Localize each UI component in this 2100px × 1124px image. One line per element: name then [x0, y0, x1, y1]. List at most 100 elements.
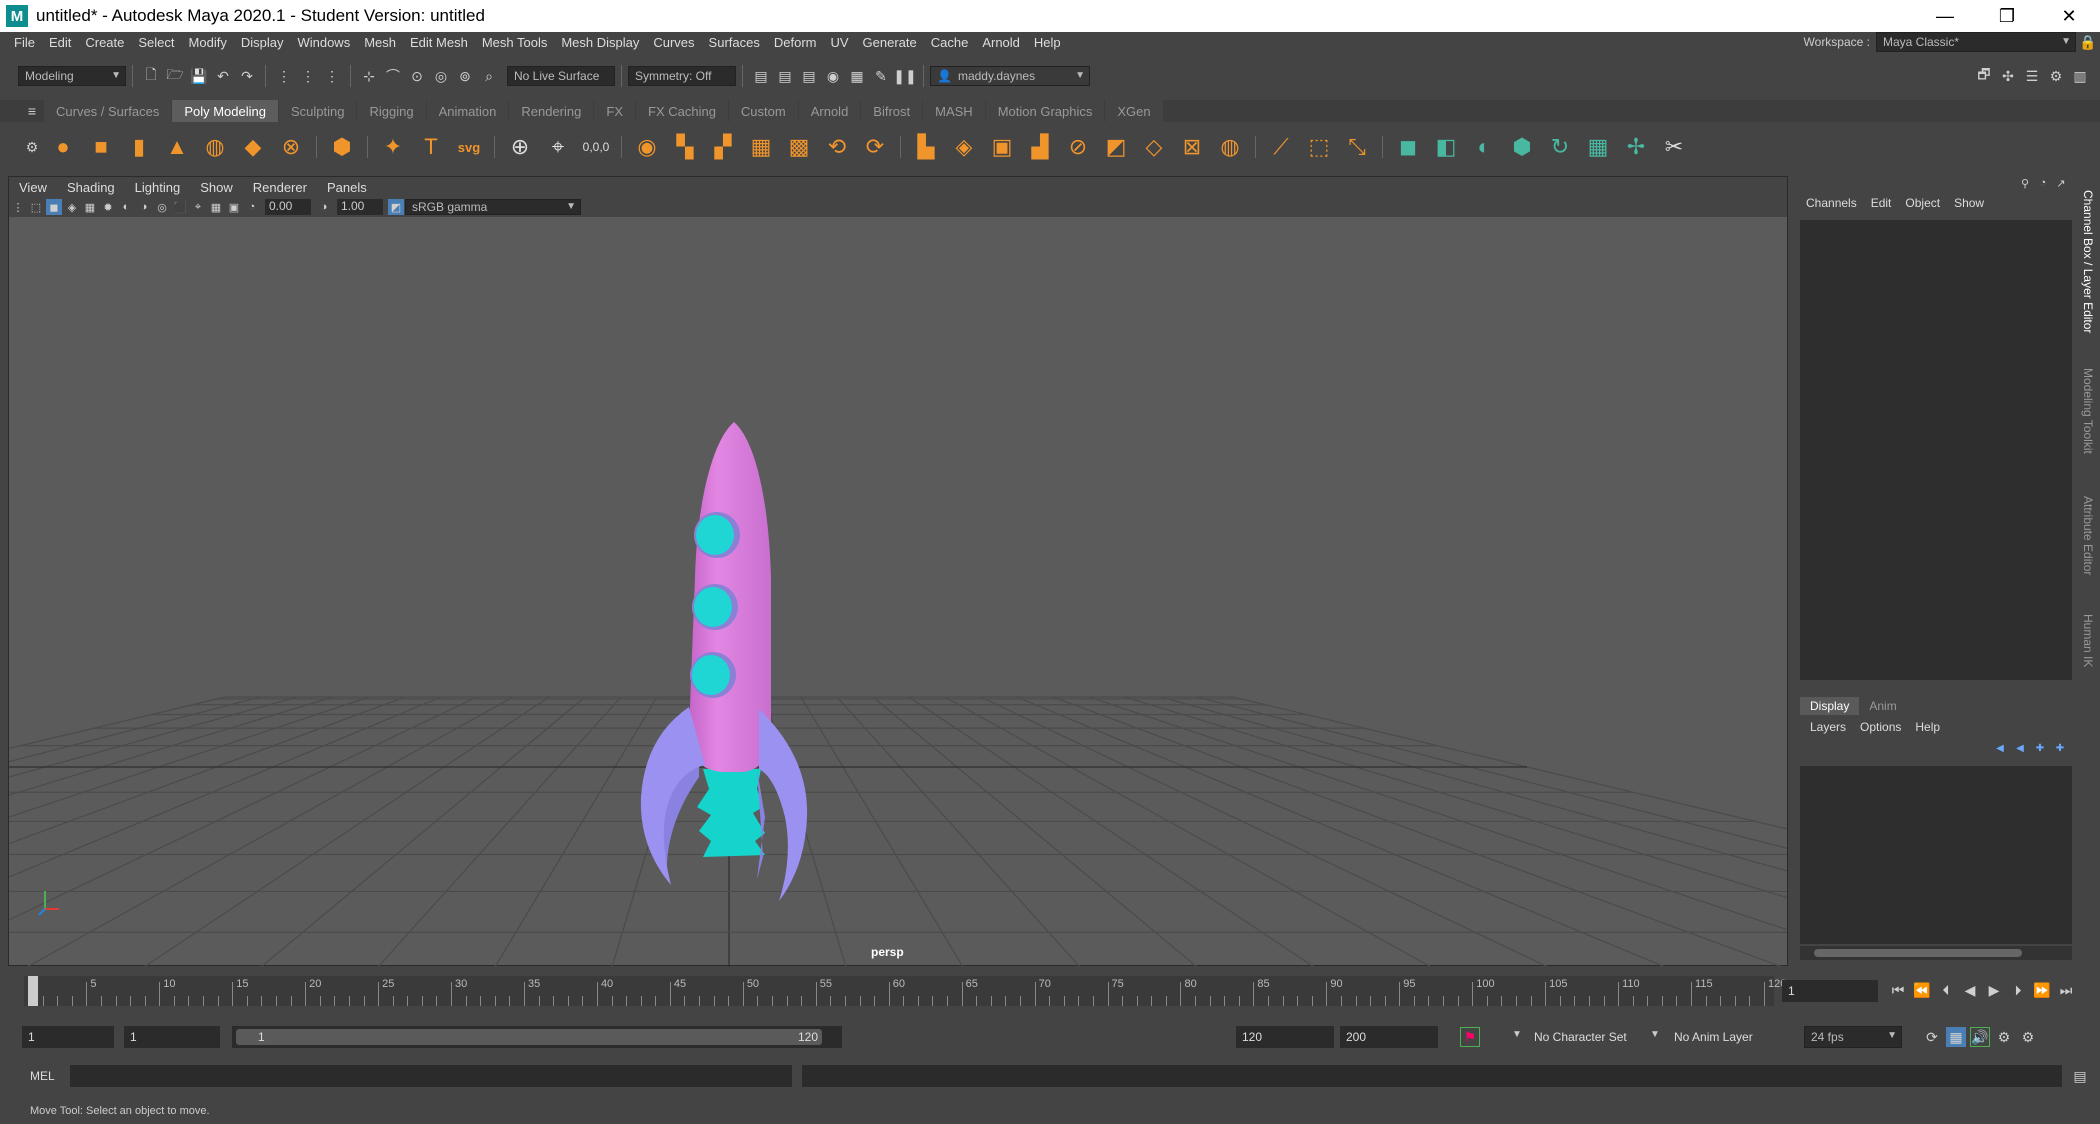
- menu-windows[interactable]: Windows: [297, 35, 350, 50]
- menu-mesh[interactable]: Mesh: [364, 35, 396, 50]
- ambient-occlusion-icon[interactable]: ◑: [136, 199, 152, 215]
- shelf-menu-icon[interactable]: ≡: [22, 101, 42, 121]
- quad-draw-icon[interactable]: ⟋: [1266, 132, 1296, 162]
- spherical-uv-icon[interactable]: ◐: [1469, 132, 1499, 162]
- channelbox-menu-channels[interactable]: Channels: [1806, 196, 1857, 210]
- menu-modify[interactable]: Modify: [189, 35, 227, 50]
- poly-sphere-icon[interactable]: ●: [48, 132, 78, 162]
- menu-curves[interactable]: Curves: [653, 35, 694, 50]
- multi-cut-icon[interactable]: ⊘: [1063, 132, 1093, 162]
- super-shape-icon[interactable]: ✦: [378, 132, 408, 162]
- redo-icon[interactable]: ↷: [237, 66, 257, 86]
- center-pivot-icon[interactable]: 0,0,0: [581, 132, 611, 162]
- render-view-icon[interactable]: ▦: [847, 66, 867, 86]
- human-ik-icon[interactable]: ✣: [1998, 66, 2018, 86]
- play-backward-icon[interactable]: ◀: [1960, 980, 1980, 1000]
- platonic-solid-icon[interactable]: ⬢: [327, 132, 357, 162]
- exposure-icon[interactable]: ◔: [244, 199, 260, 215]
- render-tool-icon[interactable]: ✎: [871, 66, 891, 86]
- go-to-end-icon[interactable]: ⏭: [2056, 980, 2076, 1000]
- sidetab-channel-box[interactable]: Channel Box / Layer Editor: [2081, 190, 2095, 333]
- lights-icon[interactable]: ✹: [100, 199, 116, 215]
- smooth-shade-icon[interactable]: ◼: [46, 199, 62, 215]
- bevel-icon[interactable]: ◈: [949, 132, 979, 162]
- menu-arnold[interactable]: Arnold: [982, 35, 1020, 50]
- exposure-field[interactable]: 0.00: [265, 199, 311, 215]
- close-icon[interactable]: ✕: [2038, 0, 2100, 32]
- menu-generate[interactable]: Generate: [863, 35, 917, 50]
- svg-tool-icon[interactable]: svg: [454, 132, 484, 162]
- step-forward-frame-icon[interactable]: ⏵: [2008, 980, 2028, 1000]
- channel-box-toggle-icon[interactable]: ⚲: [2018, 176, 2032, 190]
- rocket-model[interactable]: [640, 422, 808, 901]
- append-polygon-icon[interactable]: ▟: [1025, 132, 1055, 162]
- save-scene-icon[interactable]: 💾: [189, 66, 209, 86]
- isolate-select-icon[interactable]: ⬛: [172, 199, 188, 215]
- channelbox-menu-object[interactable]: Object: [1905, 196, 1940, 210]
- extrude-icon[interactable]: ▙: [911, 132, 941, 162]
- viewport-menu-lighting[interactable]: Lighting: [135, 180, 181, 195]
- move-layer-up-icon[interactable]: ◀: [1992, 740, 2008, 756]
- collapse-icon[interactable]: ◍: [1215, 132, 1245, 162]
- channel-box-list[interactable]: [1800, 220, 2072, 680]
- go-to-start-icon[interactable]: ⏮: [1888, 980, 1908, 1000]
- textured-icon[interactable]: ▦: [82, 199, 98, 215]
- play-forward-icon[interactable]: ▶: [1984, 980, 2004, 1000]
- menu-create[interactable]: Create: [85, 35, 124, 50]
- current-frame-field[interactable]: 1: [1782, 980, 1878, 1002]
- unfold-uv-icon[interactable]: ↻: [1545, 132, 1575, 162]
- film-gate-icon[interactable]: ▣: [226, 199, 242, 215]
- script-editor-icon[interactable]: ▤: [2070, 1066, 2090, 1086]
- menu-cache[interactable]: Cache: [931, 35, 969, 50]
- sidetab-human-ik[interactable]: Human IK: [2081, 614, 2095, 667]
- range-slider-handle[interactable]: [236, 1029, 822, 1045]
- scrollbar-thumb[interactable]: [1814, 949, 2022, 957]
- gamma-icon[interactable]: ◑: [316, 199, 332, 215]
- animation-preferences-icon[interactable]: ⚙: [1994, 1027, 2014, 1047]
- menu-deform[interactable]: Deform: [774, 35, 817, 50]
- select-camera-icon[interactable]: ⌖: [190, 199, 206, 215]
- bounding-box-icon[interactable]: ⬚: [1304, 132, 1334, 162]
- poly-torus-icon[interactable]: ◍: [200, 132, 230, 162]
- select-hierarchy-icon[interactable]: ⋮: [274, 66, 294, 86]
- channelbox-menu-show[interactable]: Show: [1954, 196, 1984, 210]
- new-scene-icon[interactable]: 🗋: [141, 66, 161, 86]
- live-surface-field[interactable]: No Live Surface: [507, 66, 615, 86]
- auto-key-icon[interactable]: ⚑: [1460, 1027, 1480, 1047]
- viewport-menu-panels[interactable]: Panels: [327, 180, 367, 195]
- gamma-field[interactable]: 1.00: [337, 199, 383, 215]
- tab-rigging[interactable]: Rigging: [357, 100, 426, 122]
- cache-playback-icon[interactable]: ▦: [1946, 1027, 1966, 1047]
- tab-custom[interactable]: Custom: [728, 100, 798, 122]
- snap-curve-icon[interactable]: ⌒: [383, 66, 403, 86]
- layer-list[interactable]: [1800, 766, 2072, 944]
- sidetab-attribute-editor[interactable]: Attribute Editor: [2081, 496, 2095, 575]
- time-ruler[interactable]: 1510152025303540455055606570758085909510…: [24, 976, 1786, 1006]
- poly-cube-icon[interactable]: ■: [86, 132, 116, 162]
- automatic-uv-icon[interactable]: ⬢: [1507, 132, 1537, 162]
- smooth-icon[interactable]: ▦: [746, 132, 776, 162]
- tab-animation[interactable]: Animation: [426, 100, 509, 122]
- animation-end-field[interactable]: 200: [1340, 1026, 1438, 1048]
- command-language[interactable]: MEL: [30, 1069, 55, 1083]
- snap-view-icon[interactable]: ◎: [431, 66, 451, 86]
- pause-icon[interactable]: ❚❚: [893, 66, 916, 86]
- menu-mesh-tools[interactable]: Mesh Tools: [482, 35, 548, 50]
- poly-disc-icon[interactable]: ⊗: [276, 132, 306, 162]
- tab-curves-surfaces[interactable]: Curves / Surfaces: [44, 100, 172, 122]
- viewport-panel[interactable]: View Shading Lighting Show Renderer Pane…: [8, 176, 1788, 967]
- playback-end-field[interactable]: 120: [1236, 1026, 1334, 1048]
- merge-icon[interactable]: ⊠: [1177, 132, 1207, 162]
- loop-icon[interactable]: ⟳: [1922, 1027, 1942, 1047]
- tab-anim[interactable]: Anim: [1859, 697, 1906, 715]
- poly-plane-icon[interactable]: ◆: [238, 132, 268, 162]
- viewport-menu-view[interactable]: View: [19, 180, 47, 195]
- planar-uv-icon[interactable]: ◼: [1393, 132, 1423, 162]
- tab-mash[interactable]: MASH: [923, 100, 985, 122]
- workspace-dropdown[interactable]: Maya Classic* ▼: [1876, 32, 2076, 52]
- attribute-toggle-icon[interactable]: ↗: [2054, 176, 2068, 190]
- 3d-scene[interactable]: [9, 217, 1787, 967]
- range-slider[interactable]: 1 120: [232, 1026, 842, 1048]
- poly-cone-icon[interactable]: ▲: [162, 132, 192, 162]
- render-settings-icon[interactable]: ▤: [799, 66, 819, 86]
